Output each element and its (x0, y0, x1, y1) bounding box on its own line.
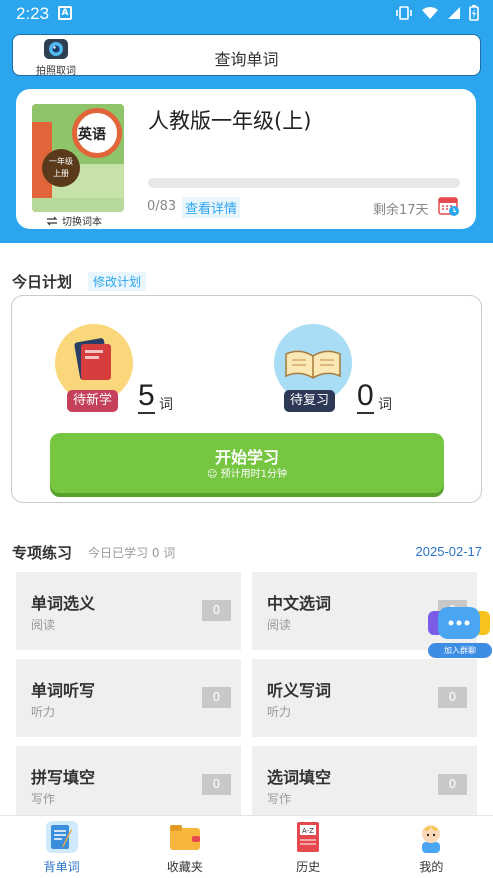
new-words-tag: 待新学 (67, 390, 119, 412)
tile-title: 单词听写 (31, 681, 96, 700)
remaining-days: 剩余17天 (373, 203, 429, 218)
new-words-unit: 词 (159, 397, 173, 413)
status-time: 2:23 (16, 4, 50, 23)
tile-count: 0 (202, 687, 231, 708)
tile-count: 0 (438, 687, 467, 708)
progress-bar (148, 178, 460, 188)
current-book-card[interactable]: 英语 一年级 上册 切换词本 人教版一年级(上) 0/83 查看详情 剩余17天 (16, 89, 476, 229)
join-group-button[interactable]: 加入群聊 (426, 607, 492, 659)
search-label[interactable]: 查询单词 (13, 46, 480, 70)
tile-count: 0 (202, 600, 231, 621)
wifi-icon (422, 7, 438, 19)
nav-favorites[interactable]: 收藏夹 (123, 816, 246, 878)
practice-tile[interactable]: 单词听写 听力 0 (16, 659, 241, 737)
dictionary-icon: A-Z (297, 822, 320, 852)
view-details-link[interactable]: 查看详情 (182, 197, 241, 218)
chat-bubbles-icon (428, 607, 490, 639)
bottom-nav: 背单词 收藏夹 A-Z 历史 我的 (0, 815, 493, 878)
nav-memorize-label: 背单词 (43, 860, 80, 874)
nav-favorites-label: 收藏夹 (166, 860, 203, 874)
switch-book-label: 切换词本 (62, 217, 102, 228)
new-words-count: 5 (138, 379, 155, 414)
tile-subtitle: 阅读 (31, 618, 56, 632)
practice-tile[interactable]: 单词选义 阅读 0 (16, 572, 241, 650)
tile-subtitle: 听力 (267, 705, 292, 719)
tile-title: 选词填空 (267, 768, 332, 787)
user-avatar-icon (422, 825, 441, 853)
practice-tile[interactable]: 听义写词 听力 0 (252, 659, 477, 737)
practice-title: 专项练习 (12, 544, 73, 562)
vibrate-icon (396, 6, 412, 20)
notebook-pencil-icon (45, 821, 78, 853)
today-plan-title: 今日计划 (12, 273, 73, 291)
cover-grade-badge: 一年级 上册 (42, 149, 80, 187)
tile-subtitle: 写作 (267, 792, 292, 806)
nav-history-label: 历史 (296, 860, 321, 874)
smile-icon: ☺ (207, 469, 218, 480)
tile-title: 听义写词 (267, 681, 332, 700)
switch-icon (46, 216, 58, 225)
folder-icon (169, 825, 200, 850)
nav-history[interactable]: A-Z 历史 (247, 816, 370, 878)
calendar-icon[interactable] (438, 195, 460, 217)
header-area: 2:23 A 拍照取词 查询单词 英语 一年级 上册 切换词本 人教版一年级(上… (0, 0, 493, 243)
tile-title: 单词选义 (31, 594, 96, 613)
review-words-tag: 待复习 (284, 390, 336, 412)
review-words-unit: 词 (378, 397, 392, 413)
tile-title: 中文选词 (267, 594, 332, 613)
start-learning-label: 开始学习 (214, 448, 279, 467)
practice-date: 2025-02-17 (415, 544, 483, 559)
signal-icon (448, 7, 460, 19)
today-plan-card: 待新学 5 词 待复习 0 词 开始学习 ☺ 预计用时1分钟 (11, 295, 482, 503)
search-bar[interactable]: 拍照取词 查询单词 (12, 34, 481, 77)
notification-icon: A (58, 6, 72, 20)
book-title: 人教版一年级(上) (148, 109, 312, 133)
tile-count: 0 (438, 774, 467, 795)
cover-title: 英语 (78, 127, 106, 143)
practice-tile[interactable]: 选词填空 写作 0 (252, 746, 477, 824)
review-words-count: 0 (357, 379, 374, 414)
tile-count: 0 (202, 774, 231, 795)
nav-mine[interactable]: 我的 (370, 816, 493, 878)
tile-subtitle: 阅读 (267, 618, 292, 632)
tile-title: 拼写填空 (31, 768, 96, 787)
svg-text:A-Z: A-Z (302, 827, 314, 835)
practice-tile[interactable]: 拼写填空 写作 0 (16, 746, 241, 824)
nav-memorize[interactable]: 背单词 (0, 816, 123, 878)
practice-subtitle: 今日已学习 0 词 (88, 546, 176, 560)
estimated-time: ☺ 预计用时1分钟 (207, 469, 287, 480)
switch-book-button[interactable]: 切换词本 (46, 213, 102, 228)
progress-text: 0/83 (147, 199, 177, 214)
edit-plan-button[interactable]: 修改计划 (88, 272, 147, 291)
battery-icon (469, 5, 479, 21)
nav-mine-label: 我的 (419, 860, 444, 874)
book-cover[interactable]: 英语 一年级 上册 (32, 104, 124, 212)
start-learning-button[interactable]: 开始学习 ☺ 预计用时1分钟 (50, 433, 444, 493)
join-group-label: 加入群聊 (428, 643, 492, 658)
tile-subtitle: 听力 (31, 705, 56, 719)
status-bar: 2:23 A (0, 0, 493, 28)
tile-subtitle: 写作 (31, 792, 56, 806)
